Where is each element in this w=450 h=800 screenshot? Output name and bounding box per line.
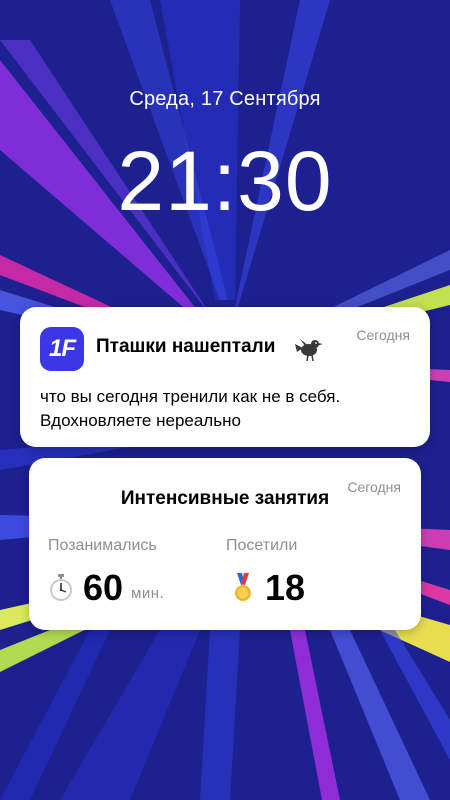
lockscreen-time: 21:30 — [117, 134, 333, 228]
stat-trained: 60 мин. — [47, 564, 164, 612]
widget-title: Интенсивные занятия — [120, 488, 330, 509]
stat-label-trained: Позанимались — [48, 537, 157, 554]
bird-icon — [295, 339, 323, 362]
stat-label-visited: Посетили — [226, 537, 298, 554]
notification-title: Пташки нашептали — [96, 336, 276, 357]
medal-icon — [235, 573, 251, 601]
notification-card[interactable]: 1F Пташки нашептали Сегодня что вы сегод… — [20, 307, 430, 447]
stat-trained-unit: мин. — [131, 584, 165, 602]
stat-visited-value: 18 — [265, 567, 306, 608]
activity-widget[interactable]: Сегодня Интенсивные занятия Позанимались… — [29, 458, 421, 630]
notification-timestamp: Сегодня — [356, 327, 410, 343]
lockscreen-date: Среда, 17 Сентября — [129, 88, 321, 110]
stopwatch-icon — [50, 574, 72, 601]
notification-body: что вы сегодня тренили как не в себя. Вд… — [40, 387, 341, 430]
stat-trained-value: 60 — [83, 567, 124, 608]
stat-visited: 18 — [229, 564, 305, 612]
app-icon: 1F — [40, 327, 84, 371]
